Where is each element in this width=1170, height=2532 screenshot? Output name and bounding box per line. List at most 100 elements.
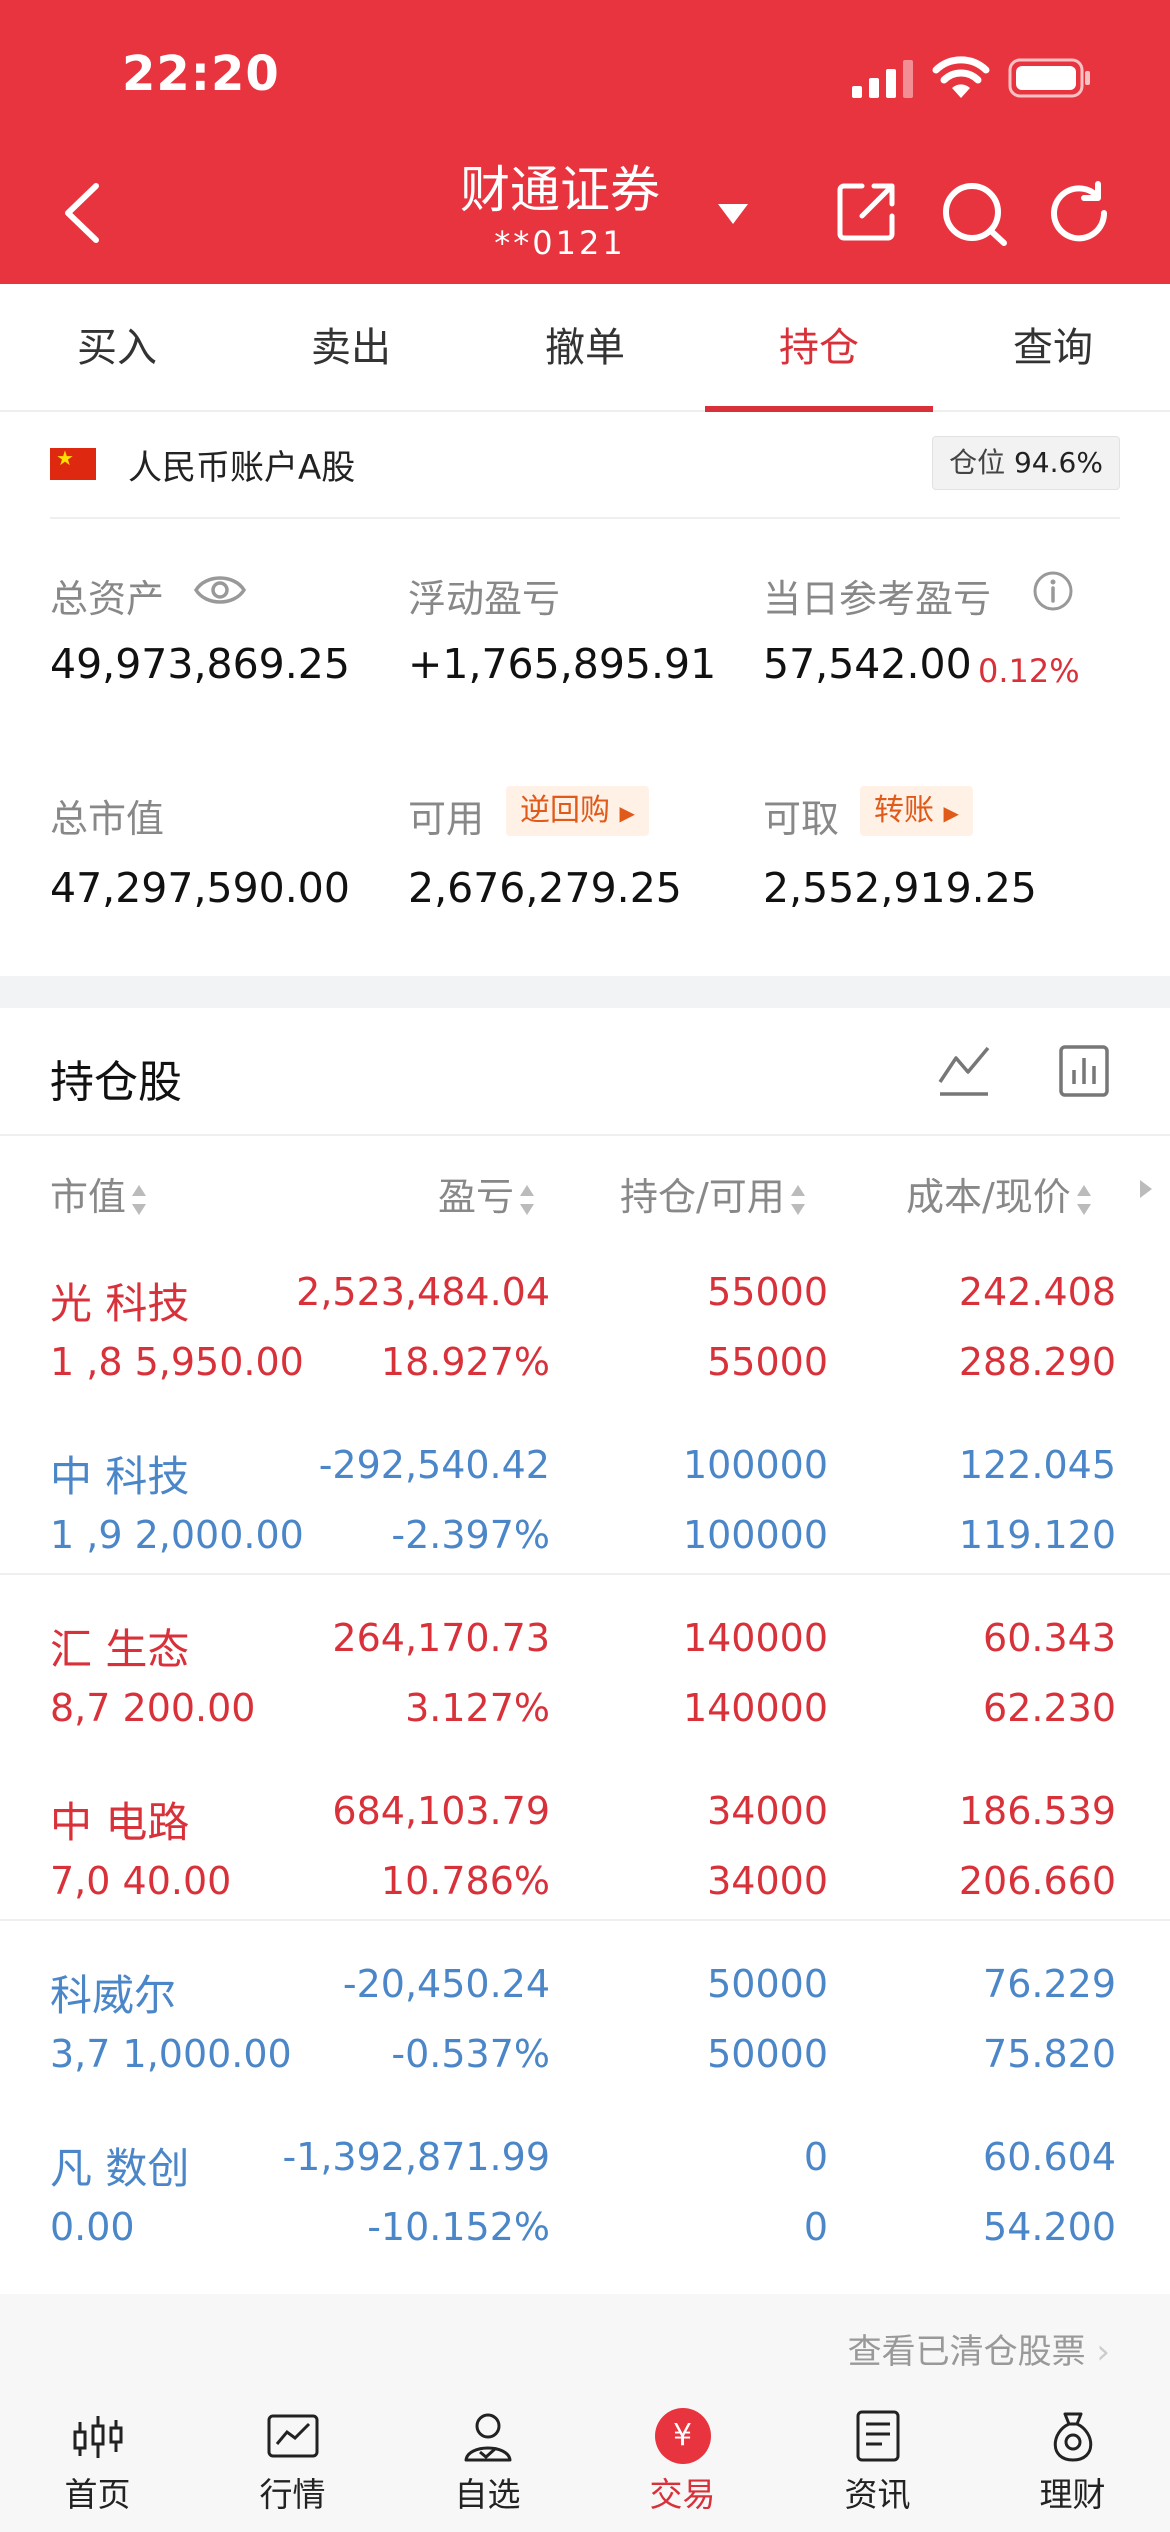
- market-chart-icon: [267, 2414, 318, 2458]
- section-gap: [0, 976, 1170, 1008]
- pl-amount: 264,170.73: [332, 1616, 550, 1660]
- bottom-nav: 首页 行情 自选 ¥ 交易 资讯 理财: [0, 2390, 1170, 2532]
- pl-percent: 10.786%: [380, 1859, 550, 1903]
- holding-qty: 0: [803, 2135, 828, 2179]
- chevron-right-icon: ›: [1096, 2332, 1110, 2372]
- sort-icon: [790, 1184, 805, 1215]
- cost-price: 60.343: [983, 1616, 1116, 1660]
- nav-wealth-label: 理财: [1039, 2475, 1106, 2514]
- divider: [50, 517, 1120, 519]
- available-qty: 140000: [682, 1686, 828, 1730]
- pl-amount: 2,523,484.04: [296, 1270, 550, 1314]
- cost-price: 186.539: [958, 1789, 1116, 1833]
- cellular-signal-icon: [852, 60, 913, 98]
- account-type: 人民币账户A股: [128, 448, 356, 488]
- yuan-icon: ¥: [654, 2408, 711, 2464]
- trade-tabs: 买入 卖出 撤单 持仓 查询: [0, 284, 1170, 412]
- position-ratio-badge: 仓位 94.6%: [932, 436, 1120, 490]
- user-check-icon: [464, 2413, 511, 2462]
- current-price: 119.120: [958, 1513, 1116, 1557]
- document-icon: [856, 2410, 899, 2462]
- pl-percent: -2.397%: [391, 1513, 550, 1557]
- holding-qty: 140000: [682, 1616, 828, 1660]
- market-value-label: 总市值: [50, 797, 165, 841]
- pl-amount: -20,450.24: [342, 1962, 550, 2006]
- current-price: 54.200: [983, 2205, 1116, 2249]
- nav-news-label: 资讯: [844, 2475, 911, 2514]
- status-time: 22:20: [122, 46, 280, 102]
- col-pl[interactable]: 盈亏: [438, 1166, 536, 1221]
- col-holding-available[interactable]: 持仓/可用: [620, 1166, 807, 1221]
- more-columns-icon[interactable]: [1138, 1178, 1154, 1200]
- position-value: 94.6%: [1013, 446, 1103, 479]
- col-market-value-label: 市值: [50, 1175, 127, 1219]
- nav-home[interactable]: 首页: [0, 2390, 195, 2532]
- bar-chart-icon[interactable]: [1058, 1044, 1110, 1098]
- cost-price: 60.604: [983, 2135, 1116, 2179]
- floating-pl-value: +1,765,895.91: [408, 640, 717, 688]
- sort-icon: [520, 1184, 535, 1215]
- floating-pl-label: 浮动盈亏: [408, 577, 561, 621]
- transfer-label: 转账: [874, 793, 934, 828]
- tab-buy[interactable]: 买入: [0, 284, 234, 410]
- withdrawable-label: 可取: [763, 797, 840, 841]
- available-qty: 55000: [707, 1340, 828, 1384]
- info-icon[interactable]: [1032, 570, 1074, 612]
- current-price: 75.820: [983, 2032, 1116, 2076]
- eye-icon[interactable]: [194, 572, 246, 608]
- col-cost-price[interactable]: 成本/现价: [906, 1166, 1093, 1221]
- pl-percent: -0.537%: [391, 2032, 550, 2076]
- available-qty: 0: [803, 2205, 828, 2249]
- caret-right-icon: ▶: [619, 801, 635, 825]
- stock-name: 光 科技: [50, 1279, 190, 1328]
- pl-amount: -292,540.42: [318, 1443, 550, 1487]
- divider: [0, 1134, 1170, 1136]
- nav-trade-label: 交易: [649, 2475, 716, 2514]
- candlestick-icon: [73, 2416, 122, 2458]
- current-price: 288.290: [958, 1340, 1116, 1384]
- reverse-repo-button[interactable]: 逆回购 ▶: [506, 786, 649, 836]
- pl-percent: -10.152%: [367, 2205, 550, 2249]
- col-market-value[interactable]: 市值: [50, 1166, 148, 1221]
- current-price: 62.230: [983, 1686, 1116, 1730]
- available-qty: 50000: [707, 2032, 828, 2076]
- view-cleared-stocks-label: 查看已清仓股票: [847, 2332, 1086, 2372]
- cost-price: 76.229: [983, 1962, 1116, 2006]
- daily-pl-pct: 0.12%: [978, 652, 1080, 690]
- nav-trade[interactable]: ¥ 交易: [585, 2390, 780, 2532]
- battery-icon: [1008, 58, 1090, 98]
- total-assets-value: 49,973,869.25: [50, 640, 350, 688]
- stock-name: 中 科技: [50, 1452, 190, 1501]
- stock-name: 汇 生态: [50, 1625, 190, 1674]
- share-icon[interactable]: [834, 180, 898, 244]
- daily-pl-label: 当日参考盈亏: [763, 577, 992, 621]
- holding-qty: 100000: [682, 1443, 828, 1487]
- nav-watchlist[interactable]: 自选: [390, 2390, 585, 2532]
- nav-market[interactable]: 行情: [195, 2390, 390, 2532]
- tab-query[interactable]: 查询: [936, 284, 1170, 410]
- col-pl-label: 盈亏: [438, 1175, 515, 1219]
- nav-news[interactable]: 资讯: [780, 2390, 975, 2532]
- view-cleared-stocks-link[interactable]: 查看已清仓股票 ›: [848, 2324, 1110, 2373]
- refresh-icon[interactable]: [1046, 180, 1112, 246]
- tab-sell[interactable]: 卖出: [234, 284, 468, 410]
- app-header: 22:20 财通证券 **0121: [0, 0, 1170, 284]
- market-value: 1 ,9 2,000.00: [50, 1513, 304, 1557]
- trend-chart-icon[interactable]: [936, 1042, 992, 1098]
- market-value-value: 47,297,590.00: [50, 864, 350, 912]
- tab-cancel-order[interactable]: 撤单: [468, 284, 702, 410]
- col-holding-available-label: 持仓/可用: [620, 1175, 785, 1219]
- holding-qty: 55000: [707, 1270, 828, 1314]
- transfer-button[interactable]: 转账 ▶: [860, 786, 973, 836]
- search-icon[interactable]: [940, 180, 1010, 248]
- position-label: 仓位: [949, 446, 1006, 479]
- row-divider: [0, 1919, 1170, 1921]
- stock-name: 科威尔: [50, 1971, 177, 2020]
- withdrawable-value: 2,552,919.25: [763, 864, 1037, 912]
- dropdown-triangle-icon[interactable]: [716, 202, 750, 226]
- tab-holdings[interactable]: 持仓: [702, 284, 936, 412]
- nav-wealth[interactable]: 理财: [975, 2390, 1170, 2532]
- cost-price: 242.408: [958, 1270, 1116, 1314]
- col-cost-price-label: 成本/现价: [906, 1175, 1071, 1219]
- holding-qty: 34000: [707, 1789, 828, 1833]
